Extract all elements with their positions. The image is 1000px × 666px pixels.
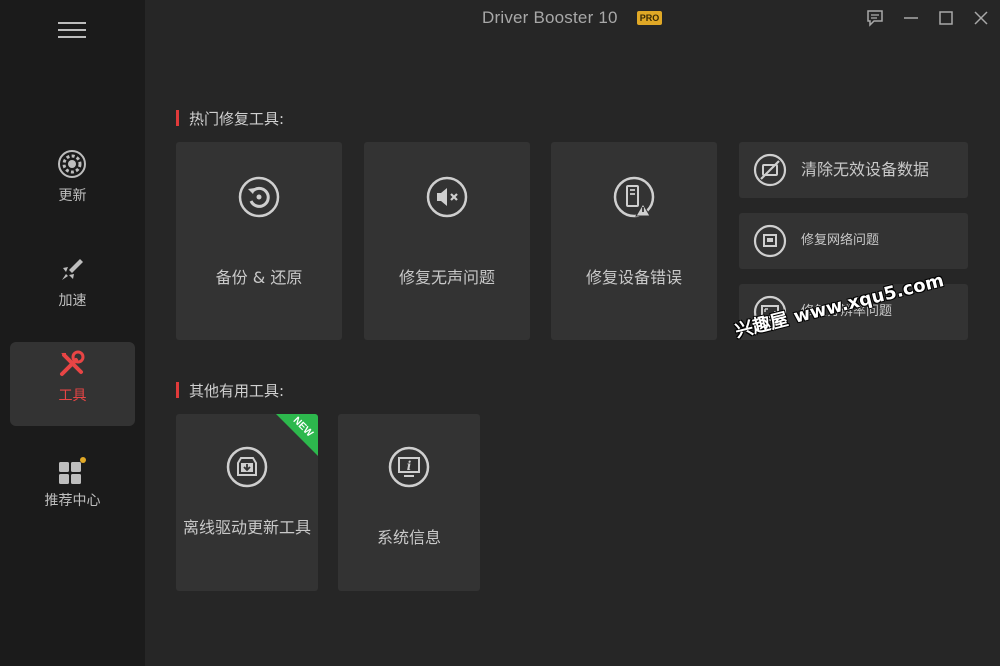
clean-device-data-tile[interactable]: 清除无效设备数据: [739, 142, 968, 198]
tile-label: 清除无效设备数据: [801, 160, 930, 179]
close-icon[interactable]: [971, 8, 991, 28]
tools-icon: [60, 350, 85, 376]
tile-label: 修复无声问题: [398, 268, 495, 287]
clean-device-icon: [753, 153, 787, 187]
sidebar-item-label: 更新: [58, 188, 87, 204]
tile-label: 系统信息: [376, 528, 441, 547]
fix-no-sound-tile[interactable]: 修复无声问题: [364, 142, 530, 340]
offline-update-icon: [226, 446, 268, 488]
maximize-icon[interactable]: [936, 8, 956, 28]
sidebar-item-speedup[interactable]: 加速: [10, 247, 135, 331]
fix-device-error-tile[interactable]: 修复设备错误: [551, 142, 717, 340]
system-info-tile[interactable]: i 系统信息: [338, 414, 480, 591]
apps-grid-icon: [59, 457, 86, 484]
gear-icon: [58, 150, 86, 178]
backup-restore-tile[interactable]: 备份 & 还原: [176, 142, 342, 340]
app-title: Driver Booster 10: [482, 8, 618, 27]
tile-label: 备份 & 还原: [215, 268, 303, 287]
sidebar-item-update[interactable]: 更新: [10, 142, 135, 226]
system-info-icon: i: [388, 446, 430, 488]
tile-label: 离线驱动更新工具: [182, 518, 311, 537]
speaker-mute-icon: [426, 176, 468, 218]
minimize-icon[interactable]: [901, 8, 921, 28]
tile-label: 修复设备错误: [585, 268, 682, 287]
rocket-icon: [62, 259, 83, 280]
section-title-hot: 热门修复工具:: [176, 108, 284, 129]
sidebar-item-recommend[interactable]: 推荐中心: [10, 447, 135, 531]
pro-badge: PRO: [637, 11, 662, 25]
fix-network-tile[interactable]: 修复网络问题: [739, 213, 968, 269]
feedback-icon[interactable]: [865, 8, 885, 28]
sidebar-item-label: 加速: [58, 293, 87, 309]
sidebar-item-label: 工具: [58, 388, 87, 404]
sidebar-item-label: 推荐中心: [44, 493, 101, 509]
sidebar: 更新 加速 工具 推荐中心: [0, 0, 145, 666]
new-badge: NEW: [276, 414, 318, 456]
backup-restore-icon: [238, 176, 280, 218]
offline-driver-update-tile[interactable]: 离线驱动更新工具 NEW: [176, 414, 318, 591]
hamburger-menu-icon[interactable]: [58, 22, 86, 42]
network-icon: [753, 224, 787, 258]
device-error-icon: [613, 176, 655, 218]
section-title-other: 其他有用工具:: [176, 380, 284, 401]
svg-text:i: i: [407, 459, 412, 473]
sidebar-item-tools[interactable]: 工具: [10, 342, 135, 426]
tile-label: 修复网络问题: [801, 233, 880, 248]
